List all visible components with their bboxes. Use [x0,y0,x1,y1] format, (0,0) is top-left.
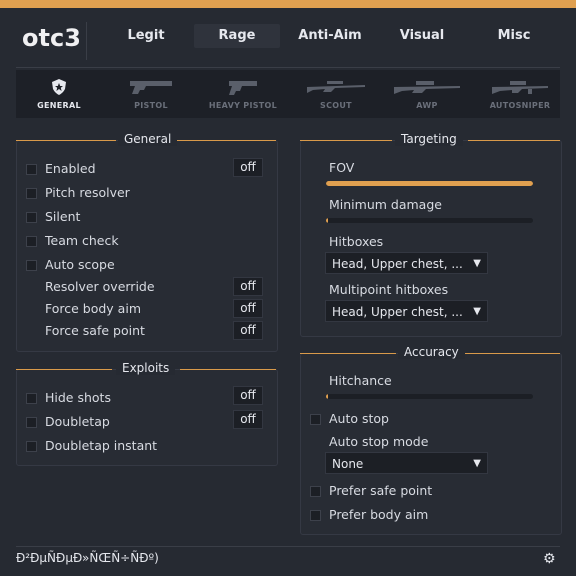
enabled-checkbox[interactable] [26,164,37,175]
hitboxes-label: Hitboxes [329,234,384,249]
tab-legit[interactable]: Legit [110,24,182,48]
auto-stop-mode-label: Auto stop mode [329,434,429,449]
panel-title-general: General [118,132,178,146]
pistol-icon [130,81,172,94]
auto-stop-checkbox[interactable] [310,414,321,425]
dropdown-arrow-icon: ▼ [473,306,481,317]
multipoint-hitboxes-label: Multipoint hitboxes [329,282,449,297]
gear-icon[interactable]: ⚙ [543,552,556,566]
minimum-damage-slider-fill [326,218,329,223]
scout-rifle-icon [307,81,365,93]
panel-accent-line [180,369,276,370]
panel-accent-line [176,140,276,141]
dropdown-arrow-icon: ▼ [473,258,481,269]
multipoint-hitboxes-dropdown[interactable]: Head, Upper chest, ... ▼ [325,300,488,322]
weapon-tab-general[interactable]: GENERAL [28,70,90,118]
weapon-tab-awp[interactable]: AWP [392,70,462,118]
footer-text: Ð²ÐµÑÐµÐ»ÑŒÑ÷ÑÐº) [16,551,159,565]
heavy-pistol-icon [229,81,257,95]
awp-rifle-icon [394,81,460,94]
doubletap-checkbox[interactable] [26,417,37,428]
fov-label: FOV [329,160,355,175]
panel-title-targeting: Targeting [395,132,463,146]
weapon-tab-scout[interactable]: SCOUT [301,70,371,118]
silent-checkbox[interactable] [26,212,37,223]
footer-divider [16,546,560,547]
panel-accent-line [300,353,396,354]
force-safe-point-keybind[interactable]: off [233,321,263,340]
force-body-aim-label: Force body aim [45,301,141,316]
hitboxes-dropdown[interactable]: Head, Upper chest, ... ▼ [325,252,488,274]
prefer-body-aim-label: Prefer body aim [329,507,429,522]
prefer-safe-point-label: Prefer safe point [329,483,433,498]
auto-stop-mode-dropdown[interactable]: None ▼ [325,452,488,474]
auto-scope-checkbox[interactable] [26,260,37,271]
logo-divider [86,22,87,60]
prefer-safe-point-checkbox[interactable] [310,486,321,497]
hitboxes-dropdown-value: Head, Upper chest, ... [332,257,463,271]
panel-title-accuracy: Accuracy [398,345,465,359]
panel-title-exploits: Exploits [116,361,176,375]
silent-label: Silent [45,209,81,224]
hide-shots-checkbox[interactable] [26,393,37,404]
auto-stop-mode-dropdown-value: None [332,457,364,471]
shield-icon [52,79,66,95]
dropdown-arrow-icon: ▼ [473,458,481,469]
weapon-tab-pistol[interactable]: PISTOL [116,70,186,118]
hide-shots-keybind[interactable]: off [233,386,263,405]
doubletap-keybind[interactable]: off [233,410,263,429]
fov-slider-fill [326,181,533,186]
panel-accent-line [300,140,392,141]
tab-visual[interactable]: Visual [385,24,459,48]
weapon-label: PISTOL [134,101,168,110]
enabled-label: Enabled [45,161,96,176]
weapon-tab-autosniper[interactable]: AUTOSNIPER [484,70,556,118]
multipoint-hitboxes-dropdown-value: Head, Upper chest, ... [332,305,463,319]
resolver-override-keybind[interactable]: off [233,277,263,296]
hitchance-slider[interactable] [326,394,533,399]
minimum-damage-slider[interactable] [326,218,533,223]
weapon-label: SCOUT [320,101,352,110]
hitchance-label: Hitchance [329,373,392,388]
panel-accent-line [464,353,560,354]
pitch-resolver-checkbox[interactable] [26,188,37,199]
auto-stop-label: Auto stop [329,411,389,426]
panel-accent-line [16,140,116,141]
header-divider [16,67,560,68]
hitchance-slider-fill [326,394,329,399]
weapon-label: HEAVY PISTOL [208,101,278,110]
tab-misc[interactable]: Misc [477,24,551,48]
resolver-override-label: Resolver override [45,279,155,294]
panel-accent-line [16,369,112,370]
tab-anti-aim[interactable]: Anti-Aim [290,24,370,48]
weapon-tab-heavy-pistol[interactable]: HEAVY PISTOL [206,70,280,118]
autosniper-icon [492,81,548,94]
weapon-selector: GENERAL PISTOL HEAVY PISTOL SCOUT AWP AU… [16,70,560,118]
weapon-label: AUTOSNIPER [489,101,551,110]
minimum-damage-label: Minimum damage [329,197,442,212]
fov-slider[interactable] [326,181,533,186]
tab-rage[interactable]: Rage [194,24,280,48]
team-check-label: Team check [45,233,119,248]
pitch-resolver-label: Pitch resolver [45,185,130,200]
auto-scope-label: Auto scope [45,257,115,272]
doubletap-instant-checkbox[interactable] [26,441,37,452]
weapon-label: GENERAL [37,101,81,110]
prefer-body-aim-checkbox[interactable] [310,510,321,521]
doubletap-label: Doubletap [45,414,110,429]
weapon-label: AWP [416,101,438,110]
accent-top-bar [0,0,576,8]
force-safe-point-label: Force safe point [45,323,145,338]
app-logo: otc3 [22,24,81,52]
doubletap-instant-label: Doubletap instant [45,438,158,453]
team-check-checkbox[interactable] [26,236,37,247]
force-body-aim-keybind[interactable]: off [233,299,263,318]
hide-shots-label: Hide shots [45,390,111,405]
enabled-keybind[interactable]: off [233,158,263,177]
panel-accent-line [468,140,560,141]
